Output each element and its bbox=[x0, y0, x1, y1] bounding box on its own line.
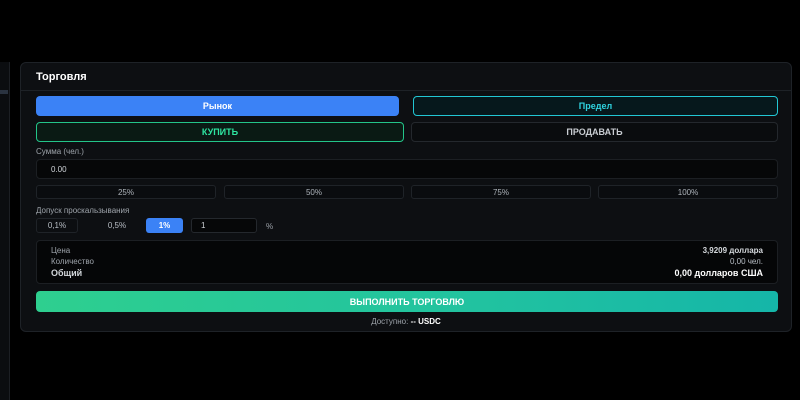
available-value: -- bbox=[410, 317, 416, 326]
execute-trade-button[interactable]: ВЫПОЛНИТЬ ТОРГОВЛЮ bbox=[36, 291, 778, 312]
percent-50-button[interactable]: 50% bbox=[224, 185, 404, 199]
slippage-option-0-5[interactable]: 0,5% bbox=[96, 218, 138, 233]
percent-100-button[interactable]: 100% bbox=[598, 185, 778, 199]
slippage-custom-input[interactable]: 1 bbox=[191, 218, 257, 233]
sell-button[interactable]: ПРОДАВАТЬ bbox=[411, 122, 778, 142]
trade-panel: Торговля Рынок Предел КУПИТЬ ПРОДАВАТЬ С… bbox=[20, 62, 792, 332]
order-summary: Цена 3,9209 доллара Количество 0,00 чел.… bbox=[36, 240, 778, 284]
price-label: Цена bbox=[51, 246, 71, 255]
slippage-unit: % bbox=[266, 222, 274, 231]
summary-row-price: Цена 3,9209 доллара bbox=[51, 246, 763, 256]
available-token: USDC bbox=[418, 317, 441, 326]
total-value: 0,00 долларов США bbox=[674, 268, 763, 278]
slippage-option-0-1[interactable]: 0,1% bbox=[36, 218, 78, 233]
available-balance: Доступно: -- USDC bbox=[21, 317, 791, 326]
amount-input[interactable]: 0.00 bbox=[36, 159, 778, 179]
panel-title: Торговля bbox=[36, 71, 87, 83]
summary-row-quantity: Количество 0,00 чел. bbox=[51, 257, 763, 267]
left-sidebar bbox=[0, 62, 10, 400]
price-value: 3,9209 доллара bbox=[702, 246, 763, 255]
slippage-label: Допуск проскальзывания bbox=[36, 206, 130, 215]
app-root: Торговля Рынок Предел КУПИТЬ ПРОДАВАТЬ С… bbox=[0, 0, 800, 400]
quantity-value: 0,00 чел. bbox=[729, 257, 763, 266]
market-order-button[interactable]: Рынок bbox=[36, 96, 399, 116]
quantity-label: Количество bbox=[51, 257, 94, 266]
amount-label: Сумма (чел.) bbox=[36, 147, 84, 156]
total-label: Общий bbox=[51, 268, 83, 278]
percent-25-button[interactable]: 25% bbox=[36, 185, 216, 199]
limit-order-button[interactable]: Предел bbox=[413, 96, 778, 116]
available-label: Доступно: bbox=[371, 317, 409, 326]
summary-row-total: Общий 0,00 долларов США bbox=[51, 268, 763, 278]
sidebar-indicator bbox=[0, 90, 8, 94]
trade-panel-header: Торговля bbox=[21, 63, 791, 91]
buy-button[interactable]: КУПИТЬ bbox=[36, 122, 404, 142]
slippage-option-1[interactable]: 1% bbox=[146, 218, 183, 233]
percent-75-button[interactable]: 75% bbox=[411, 185, 591, 199]
